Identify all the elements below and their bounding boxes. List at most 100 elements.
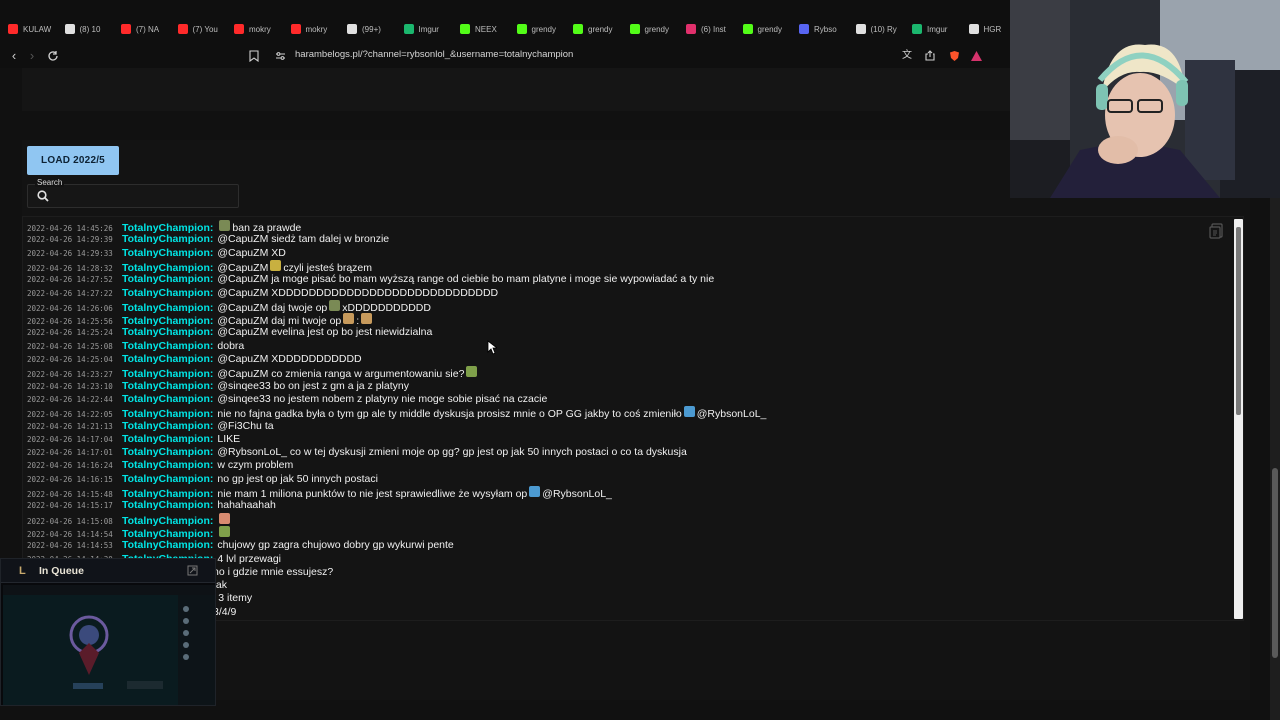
- browser-tab[interactable]: (7) You: [177, 22, 230, 36]
- log-username[interactable]: TotalnyChampion:: [122, 393, 213, 405]
- x-icon: [64, 24, 75, 34]
- log-timestamp: 2022-04-26 14:29:39: [27, 235, 113, 245]
- youtube-icon: [290, 24, 301, 34]
- log-username[interactable]: TotalnyChampion:: [122, 473, 213, 485]
- brave-shield-icon[interactable]: [946, 48, 962, 64]
- kick-icon: [573, 24, 583, 34]
- browser-tab[interactable]: grendy: [629, 22, 682, 36]
- load-month-button[interactable]: LOAD 2022/5: [27, 146, 119, 175]
- browser-toolbar: ‹ › harambelogs.pl/?channel=rybsonlol_&u…: [0, 44, 1010, 68]
- log-timestamp: 2022-04-26 14:25:04: [27, 355, 113, 364]
- log-row: 2022-04-26 14:17:01 TotalnyChampion: @Rybs…: [27, 446, 687, 459]
- chat-emote-icon: [219, 220, 231, 231]
- youtube-icon: [8, 24, 18, 34]
- log-timestamp: 2022-04-26 14:21:13: [27, 421, 113, 431]
- queue-status-label: In Queue: [39, 565, 84, 577]
- browser-tab[interactable]: Imgur: [912, 22, 964, 36]
- log-username[interactable]: TotalnyChampion:: [122, 273, 213, 285]
- browser-tab-strip: KULAW (8) 10 (7) NA (7) You mokry mokry (99+) I…: [0, 0, 1010, 44]
- browser-tab[interactable]: Imgur: [403, 22, 456, 36]
- log-row: 2022-04-26 14:45:26 TotalnyChampion: ban z…: [27, 220, 301, 234]
- log-username[interactable]: TotalnyChampion:: [122, 302, 213, 314]
- log-timestamp: 2022-04-26 14:27:52: [27, 275, 113, 285]
- browser-tab-label: HGR: [983, 24, 1002, 34]
- kick-icon: [629, 24, 640, 34]
- log-message: @CapuZM evelina jest op bo jest niewidzi…: [217, 326, 433, 339]
- log-message: @RybsonLoL_ co w tej dyskusji zmieni moj…: [217, 446, 687, 459]
- bookmark-icon[interactable]: [246, 48, 262, 64]
- chat-emote-icon: [466, 366, 478, 378]
- log-row: 2022-04-26 14:28:32 TotalnyChampion: @Capu…: [27, 259, 372, 274]
- log-username[interactable]: TotalnyChampion:: [122, 233, 213, 245]
- translate-icon[interactable]: 文: [899, 48, 915, 64]
- log-message: @CapuZM daj mi twoje op: [217, 315, 342, 328]
- log-username[interactable]: TotalnyChampion:: [122, 262, 213, 274]
- site-settings-icon[interactable]: [272, 48, 288, 64]
- page-scroll-thumb[interactable]: [1272, 468, 1278, 658]
- log-username[interactable]: TotalnyChampion:: [122, 340, 213, 352]
- share-icon[interactable]: [922, 48, 938, 64]
- browser-tab[interactable]: (10) Ry: [855, 22, 908, 36]
- browser-tab[interactable]: (8) 10: [64, 22, 117, 36]
- log-row: 2022-04-26 14:16:15 TotalnyChampion: no gp…: [27, 473, 378, 486]
- discord-icon: [799, 24, 809, 34]
- log-username[interactable]: TotalnyChampion:: [122, 488, 213, 500]
- kick-icon: [516, 24, 527, 34]
- expand-icon[interactable]: [187, 565, 198, 576]
- log-username[interactable]: TotalnyChampion:: [122, 539, 213, 551]
- log-username[interactable]: TotalnyChampion:: [122, 368, 213, 380]
- log-timestamp: 2022-04-26 14:15:48: [27, 490, 113, 499]
- log-timestamp: 2022-04-26 14:45:26: [27, 224, 113, 233]
- search-input[interactable]: [27, 184, 239, 208]
- chat-log-scrollbar[interactable]: [1234, 219, 1243, 619]
- log-username[interactable]: TotalnyChampion:: [122, 499, 213, 511]
- browser-tab-label: KULAW: [23, 24, 52, 34]
- log-username[interactable]: TotalnyChampion:: [122, 408, 213, 420]
- log-username[interactable]: TotalnyChampion:: [122, 222, 213, 234]
- log-username[interactable]: TotalnyChampion:: [122, 326, 213, 338]
- reload-icon[interactable]: [45, 48, 61, 64]
- chat-emote-icon: [329, 299, 341, 311]
- log-message: @Fi3Chu ta: [217, 419, 274, 432]
- log-username[interactable]: TotalnyChampion:: [122, 315, 213, 327]
- browser-tab[interactable]: KULAW: [8, 22, 60, 36]
- browser-tab[interactable]: NEEX: [460, 22, 512, 36]
- log-timestamp: 2022-04-26 14:25:24: [27, 328, 113, 338]
- log-timestamp: 2022-04-26 14:26:06: [27, 303, 113, 313]
- log-username[interactable]: TotalnyChampion:: [122, 287, 213, 299]
- log-username[interactable]: TotalnyChampion:: [122, 247, 213, 259]
- log-username[interactable]: TotalnyChampion:: [122, 528, 213, 540]
- search-label: Search: [35, 178, 65, 187]
- log-timestamp: 2022-04-26 14:23:27: [27, 370, 113, 380]
- browser-tab[interactable]: Rybso: [799, 22, 851, 36]
- copy-icon[interactable]: [1208, 222, 1226, 240]
- browser-tab[interactable]: mokry: [290, 22, 343, 36]
- log-username[interactable]: TotalnyChampion:: [122, 420, 213, 432]
- browser-tab-label: grendy: [531, 24, 556, 34]
- instagram-icon: [686, 24, 696, 34]
- log-username[interactable]: TotalnyChampion:: [122, 380, 213, 392]
- youtube-icon: [177, 24, 188, 34]
- browser-tab[interactable]: grendy: [516, 22, 569, 36]
- browser-tab[interactable]: (7) NA: [121, 22, 173, 36]
- log-username[interactable]: TotalnyChampion:: [122, 459, 213, 471]
- log-username[interactable]: TotalnyChampion:: [122, 353, 213, 365]
- log-message-cont: @RybsonLoL_: [542, 488, 612, 500]
- queue-status-bar: L In Queue: [1, 559, 215, 583]
- browser-tab[interactable]: grendy: [742, 22, 795, 36]
- address-bar[interactable]: harambelogs.pl/?channel=rybsonlol_&usern…: [295, 49, 573, 60]
- log-row: 2022-04-26 14:15:17 TotalnyChampion: hahah…: [27, 499, 276, 512]
- chat-log-scroll-thumb[interactable]: [1236, 227, 1241, 415]
- back-icon[interactable]: ‹: [6, 48, 22, 64]
- brave-rewards-icon[interactable]: [968, 48, 984, 64]
- forward-icon[interactable]: ›: [24, 48, 40, 64]
- browser-tab[interactable]: grendy: [573, 22, 625, 36]
- log-username[interactable]: TotalnyChampion:: [122, 433, 213, 445]
- browser-tab[interactable]: (99+): [347, 22, 399, 36]
- youtube-icon: [234, 24, 244, 34]
- browser-tab[interactable]: (6) Inst: [686, 22, 738, 36]
- log-username[interactable]: TotalnyChampion:: [122, 515, 213, 527]
- log-username[interactable]: TotalnyChampion:: [122, 446, 213, 458]
- browser-tab[interactable]: mokry: [234, 22, 286, 36]
- browser-tab-label: (7) You: [192, 24, 218, 34]
